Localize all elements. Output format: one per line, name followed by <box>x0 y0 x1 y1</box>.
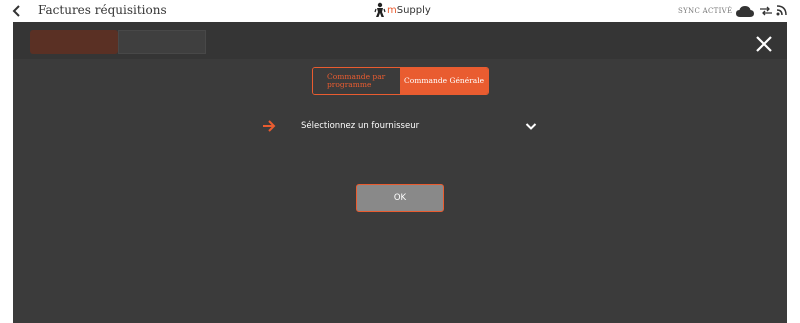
msupply-logo-icon <box>374 2 386 17</box>
supplier-placeholder: Sélectionnez un fournisseur <box>301 121 420 131</box>
tab-general-order[interactable]: Commande Générale <box>400 68 488 94</box>
top-bar: Factures réquisitions mSupply SYNC ACTIV… <box>0 0 800 22</box>
order-type-toggle: Commande par programme Commande Générale <box>312 67 489 95</box>
chevron-down-icon <box>525 123 537 130</box>
background-tab-1 <box>30 30 118 54</box>
sync-arrows-icon <box>760 6 772 16</box>
logo-text: mSupply <box>387 4 431 16</box>
supplier-select[interactable]: Sélectionnez un fournisseur <box>293 116 543 138</box>
back-arrow-icon[interactable] <box>10 3 24 19</box>
right-arrow-icon <box>263 120 276 132</box>
msupply-logo: mSupply <box>374 2 431 18</box>
page-title: Factures réquisitions <box>38 3 167 17</box>
background-tab-2 <box>118 30 206 54</box>
wifi-icon <box>776 5 787 16</box>
tab-program-order[interactable]: Commande par programme <box>313 68 401 94</box>
close-icon[interactable] <box>755 35 773 53</box>
sync-status: SYNC ACTIVÉ <box>678 7 733 15</box>
ok-button[interactable]: OK <box>356 184 444 212</box>
cloud-icon <box>736 6 754 17</box>
